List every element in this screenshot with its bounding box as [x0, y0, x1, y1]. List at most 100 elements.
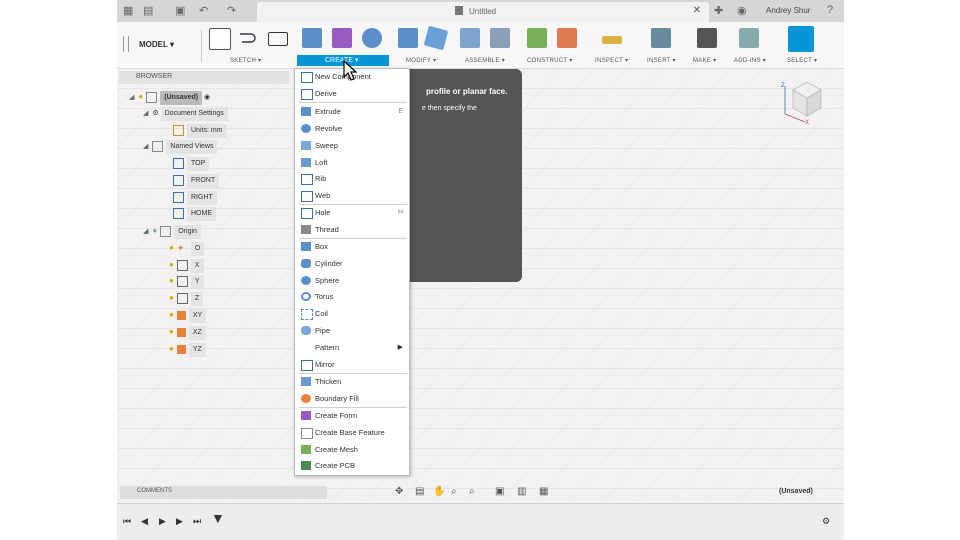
menu-item-extrude[interactable]: Extrude E [295, 104, 409, 119]
workspace-switcher[interactable]: MODEL ▾ [139, 40, 174, 49]
step-back-icon[interactable]: ◀ [141, 516, 148, 527]
tree-named-views[interactable]: ◢ Named Views [143, 140, 218, 154]
menu-item-thread[interactable]: Thread [295, 222, 409, 237]
menu-item-derive[interactable]: Derive [295, 86, 409, 101]
pan-icon[interactable]: ✋ [433, 486, 445, 497]
tree-origin[interactable]: ◢ ● Origin [143, 224, 201, 239]
help-icon[interactable]: ? [827, 4, 833, 16]
tree-origin-item[interactable]: ● Y [169, 274, 204, 289]
viewports-icon[interactable]: ▦ [539, 486, 548, 497]
menu-item-hole[interactable]: Hole H [295, 205, 409, 220]
menu-item-sphere[interactable]: Sphere [295, 273, 409, 288]
tree-origin-item[interactable]: ● X [169, 258, 204, 273]
visibility-bulb-icon[interactable]: ● [152, 226, 157, 235]
menu-item-torus[interactable]: Torus [295, 289, 409, 304]
undo-icon[interactable]: ↶ [199, 4, 208, 17]
new-tab-icon[interactable]: ✚ [714, 4, 723, 17]
document-tab[interactable]: Untitled ✕ [257, 2, 709, 22]
menu-item-sweep[interactable]: Sweep [295, 138, 409, 153]
menu-item-create-base-feature[interactable]: Create Base Feature [295, 425, 409, 440]
3d-print-icon[interactable] [697, 28, 717, 48]
menu-item-boundary-fill[interactable]: Boundary Fill [295, 391, 409, 406]
select-tool-icon[interactable] [788, 26, 814, 52]
tree-view-item[interactable]: HOME [173, 207, 216, 221]
close-tab-icon[interactable]: ✕ [693, 5, 701, 16]
menu-item-pipe[interactable]: Pipe [295, 323, 409, 338]
visibility-bulb-icon[interactable]: ● [138, 92, 143, 101]
menu-item-pattern[interactable]: Pattern ▶ [295, 340, 409, 355]
menu-item-cylinder[interactable]: Cylinder [295, 256, 409, 271]
menu-item-coil[interactable]: Coil [295, 306, 409, 321]
tree-document-settings[interactable]: ◢ ⚙ Document Settings [143, 107, 228, 121]
group-insert[interactable]: INSERT ▾ [647, 57, 676, 64]
tree-origin-item[interactable]: ● Z [169, 291, 204, 306]
menu-item-create-form[interactable]: Create Form [295, 408, 409, 423]
group-make[interactable]: MAKE ▾ [693, 57, 716, 64]
display-settings-icon[interactable]: ▣ [495, 486, 504, 497]
zoom-icon[interactable]: ⌕ [451, 486, 457, 497]
tree-view-item[interactable]: TOP [173, 157, 210, 171]
press-pull-icon[interactable] [398, 28, 418, 48]
save-icon[interactable]: ▣ [175, 4, 185, 17]
go-to-start-icon[interactable]: ⏮ [123, 516, 131, 527]
offset-plane-icon[interactable] [527, 28, 547, 48]
visibility-bulb-icon[interactable]: ● [169, 293, 174, 302]
menu-item-loft[interactable]: Loft [295, 155, 409, 170]
visibility-bulb-icon[interactable]: ● [169, 327, 174, 336]
fillet-icon[interactable] [423, 25, 449, 51]
group-sketch[interactable]: SKETCH ▾ [230, 57, 261, 64]
group-modify[interactable]: MODIFY ▾ [406, 57, 436, 64]
orbit-icon[interactable]: ✥ [395, 486, 403, 497]
browser-header[interactable]: BROWSER [119, 71, 289, 84]
menu-item-rib[interactable]: Rib [295, 171, 409, 186]
form-tool-icon[interactable] [332, 28, 352, 48]
tree-origin-item[interactable]: ● YZ [169, 342, 206, 357]
scripts-icon[interactable] [739, 28, 759, 48]
expand-triangle-icon[interactable]: ◢ [129, 94, 134, 101]
toolbar-grip[interactable] [123, 36, 129, 52]
file-icon[interactable]: ▤ [143, 4, 153, 17]
tree-units[interactable]: Units: mm [173, 124, 227, 138]
play-icon[interactable]: ▶ [159, 516, 166, 527]
menu-item-revolve[interactable]: Revolve [295, 121, 409, 136]
measure-icon[interactable] [602, 36, 622, 44]
rectangle-icon[interactable] [268, 32, 288, 46]
menu-item-mirror[interactable]: Mirror [295, 357, 409, 372]
menu-item-web[interactable]: Web [295, 188, 409, 203]
timeline-settings-gear-icon[interactable]: ⚙ [822, 516, 830, 527]
tree-origin-item[interactable]: ● ✦ O [169, 241, 205, 256]
fit-icon[interactable]: ⌕ [469, 486, 475, 497]
line-icon[interactable] [237, 28, 257, 48]
group-inspect[interactable]: INSPECT ▾ [595, 57, 628, 64]
joint-icon[interactable] [490, 28, 510, 48]
menu-item-thicken[interactable]: Thicken [295, 374, 409, 389]
visibility-bulb-icon[interactable]: ● [169, 310, 174, 319]
menu-item-create-mesh[interactable]: Create Mesh [295, 442, 409, 457]
extrude-tool-icon[interactable] [302, 28, 322, 48]
grid-menu-icon[interactable]: ▦ [123, 4, 133, 17]
grid-settings-icon[interactable]: ▥ [517, 486, 526, 497]
visibility-bulb-icon[interactable]: ● [169, 344, 174, 353]
tree-root[interactable]: ◢ ● (Unsaved) ◉ [129, 90, 210, 105]
expand-triangle-icon[interactable]: ◢ [143, 143, 148, 150]
comments-panel[interactable]: COMMENTS [120, 486, 327, 499]
midplane-icon[interactable] [557, 28, 577, 48]
tree-view-item[interactable]: FRONT [173, 174, 220, 188]
insert-image-icon[interactable] [651, 28, 671, 48]
group-assemble[interactable]: ASSEMBLE ▾ [465, 57, 505, 64]
job-status-icon[interactable]: ◉ [737, 4, 747, 17]
view-cube[interactable]: Z X [779, 78, 825, 124]
go-to-end-icon[interactable]: ⏭ [193, 516, 201, 527]
group-select[interactable]: SELECT ▾ [787, 57, 817, 64]
expand-triangle-icon[interactable]: ◢ [143, 110, 148, 117]
tree-origin-item[interactable]: ● XY [169, 308, 207, 323]
revolve-tool-icon[interactable] [362, 28, 382, 48]
user-name[interactable]: Andrey Shur [766, 6, 810, 15]
expand-triangle-icon[interactable]: ◢ [143, 228, 148, 235]
timeline-marker-icon[interactable]: ▼ [211, 510, 225, 526]
visibility-bulb-icon[interactable]: ● [169, 276, 174, 285]
menu-item-create-pcb[interactable]: Create PCB [295, 458, 409, 473]
radio-active-icon[interactable]: ◉ [204, 94, 210, 101]
group-construct[interactable]: CONSTRUCT ▾ [527, 57, 573, 64]
menu-item-box[interactable]: Box [295, 239, 409, 254]
